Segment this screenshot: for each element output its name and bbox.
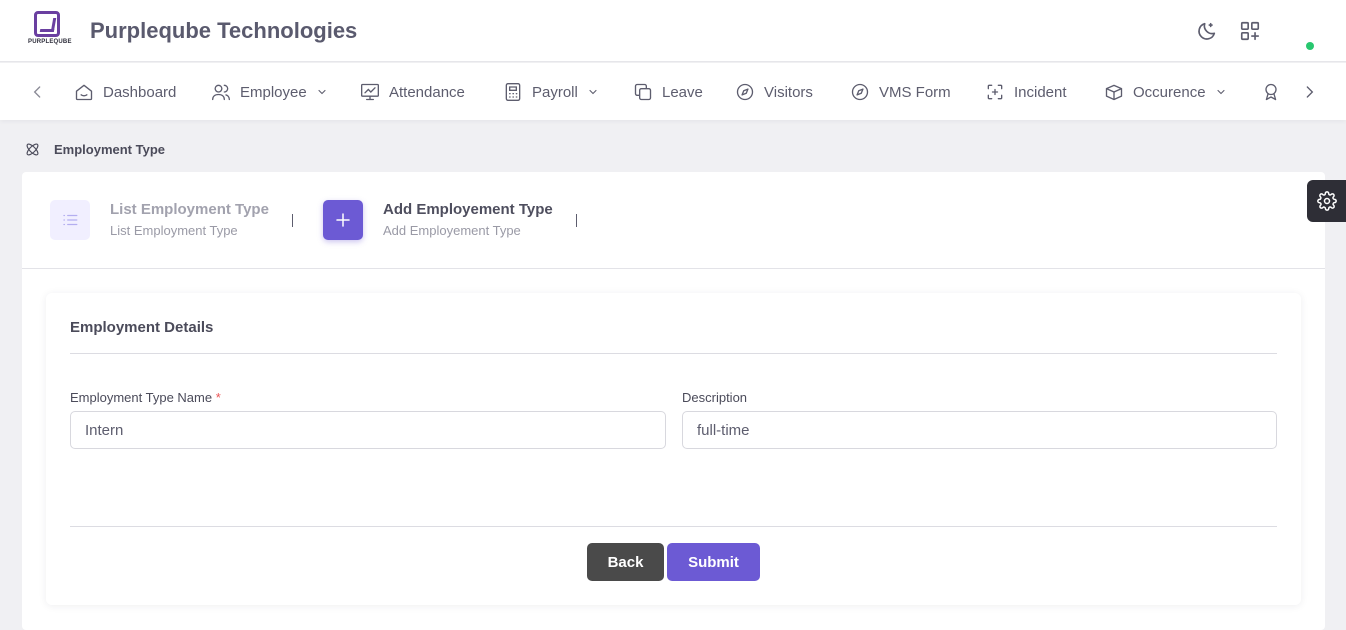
nav-item-label: Employee [240, 83, 307, 101]
back-button[interactable]: Back [587, 543, 664, 581]
tab-add-employment-type[interactable] [323, 200, 363, 240]
required-mark: * [215, 390, 221, 405]
tab-separator [292, 214, 293, 227]
nav-item-label: Attendance [389, 83, 465, 101]
compass-icon [736, 83, 754, 101]
users-icon [212, 84, 230, 101]
copy-icon [634, 83, 652, 101]
logo-mark [34, 11, 60, 37]
employment-type-card: List Employment Type List Employment Typ… [22, 172, 1325, 630]
company-logo[interactable]: PURPLEQUBE [28, 11, 72, 51]
moon-icon[interactable] [1196, 20, 1218, 42]
tab-list-employment-type[interactable] [50, 200, 90, 240]
nav-item-label: VMS Form [879, 83, 951, 101]
logo-text: PURPLEQUBE [28, 39, 72, 45]
nav-item-vms-form[interactable]: VMS Form [850, 80, 951, 104]
theme-settings-toggle[interactable] [1307, 180, 1346, 222]
nav-item-awards[interactable] [1261, 80, 1290, 104]
chevron-down-icon [318, 89, 326, 95]
employment-details-panel: Employment Details Employment Type Name … [46, 293, 1301, 605]
calculator-icon [505, 83, 521, 101]
tab-add-title[interactable]: Add Employement Type [383, 201, 553, 218]
compass-icon [851, 83, 869, 101]
nav-item-label: Dashboard [103, 83, 177, 101]
footer-divider [70, 526, 1277, 527]
monitor-chart-icon [361, 83, 379, 101]
plus-icon [336, 213, 350, 227]
nav-item-visitors[interactable]: Visitors [735, 80, 813, 104]
top-header: PURPLEQUBE Purpleqube Technologies [0, 0, 1346, 62]
employment-type-name-input[interactable] [70, 411, 666, 449]
section-title: Employment Details [70, 319, 214, 336]
award-icon [1265, 83, 1277, 101]
breadcrumb: Employment Type [24, 141, 165, 158]
nav-item-attendance[interactable]: Attendance [360, 80, 465, 104]
main-navbar: Dashboard Employee Attendance Payroll Le… [0, 63, 1346, 120]
nav-item-label: Occurence [1133, 83, 1206, 101]
nav-scroll-left-icon[interactable] [28, 82, 48, 102]
chevron-down-icon [1216, 89, 1225, 95]
nav-item-occurence[interactable]: Occurence [1104, 80, 1227, 104]
description-input[interactable] [682, 411, 1277, 449]
nav-item-label: Incident [1014, 83, 1067, 101]
description-label: Description [682, 390, 748, 405]
company-name: Purpleqube Technologies [90, 18, 358, 43]
nav-item-dashboard[interactable]: Dashboard [74, 80, 176, 104]
focus-icon [987, 84, 1003, 100]
section-divider [70, 353, 1277, 354]
boxes-icon [1105, 84, 1123, 101]
nav-item-label: Payroll [532, 83, 578, 101]
nav-item-label: Leave [662, 83, 703, 101]
apps-grid-icon[interactable] [1239, 20, 1261, 42]
atom-icon [26, 143, 39, 156]
tab-separator [576, 214, 577, 227]
tab-list-subtitle: List Employment Type [110, 223, 238, 238]
nav-item-incident[interactable]: Incident [985, 80, 1067, 104]
submit-button[interactable]: Submit [667, 543, 760, 581]
nav-item-payroll[interactable]: Payroll [503, 80, 599, 104]
nav-scroll-right-icon[interactable] [1299, 82, 1319, 102]
gear-icon [1316, 191, 1337, 211]
nav-item-leave[interactable]: Leave [633, 80, 703, 104]
list-icon [63, 214, 78, 226]
nav-item-employee[interactable]: Employee [211, 80, 328, 104]
breadcrumb-label: Employment Type [54, 142, 166, 157]
tab-add-subtitle: Add Employement Type [383, 223, 521, 238]
form-tabs: List Employment Type List Employment Typ… [22, 172, 1325, 269]
home-icon [75, 84, 93, 101]
nav-item-label: Visitors [764, 83, 813, 101]
chevron-down-icon [589, 89, 597, 95]
online-status-dot [1306, 42, 1314, 50]
employment-type-name-label: Employment Type Name * [70, 390, 221, 405]
tab-list-title[interactable]: List Employment Type [110, 201, 269, 218]
employment-type-name-label-text: Employment Type Name [70, 390, 213, 405]
